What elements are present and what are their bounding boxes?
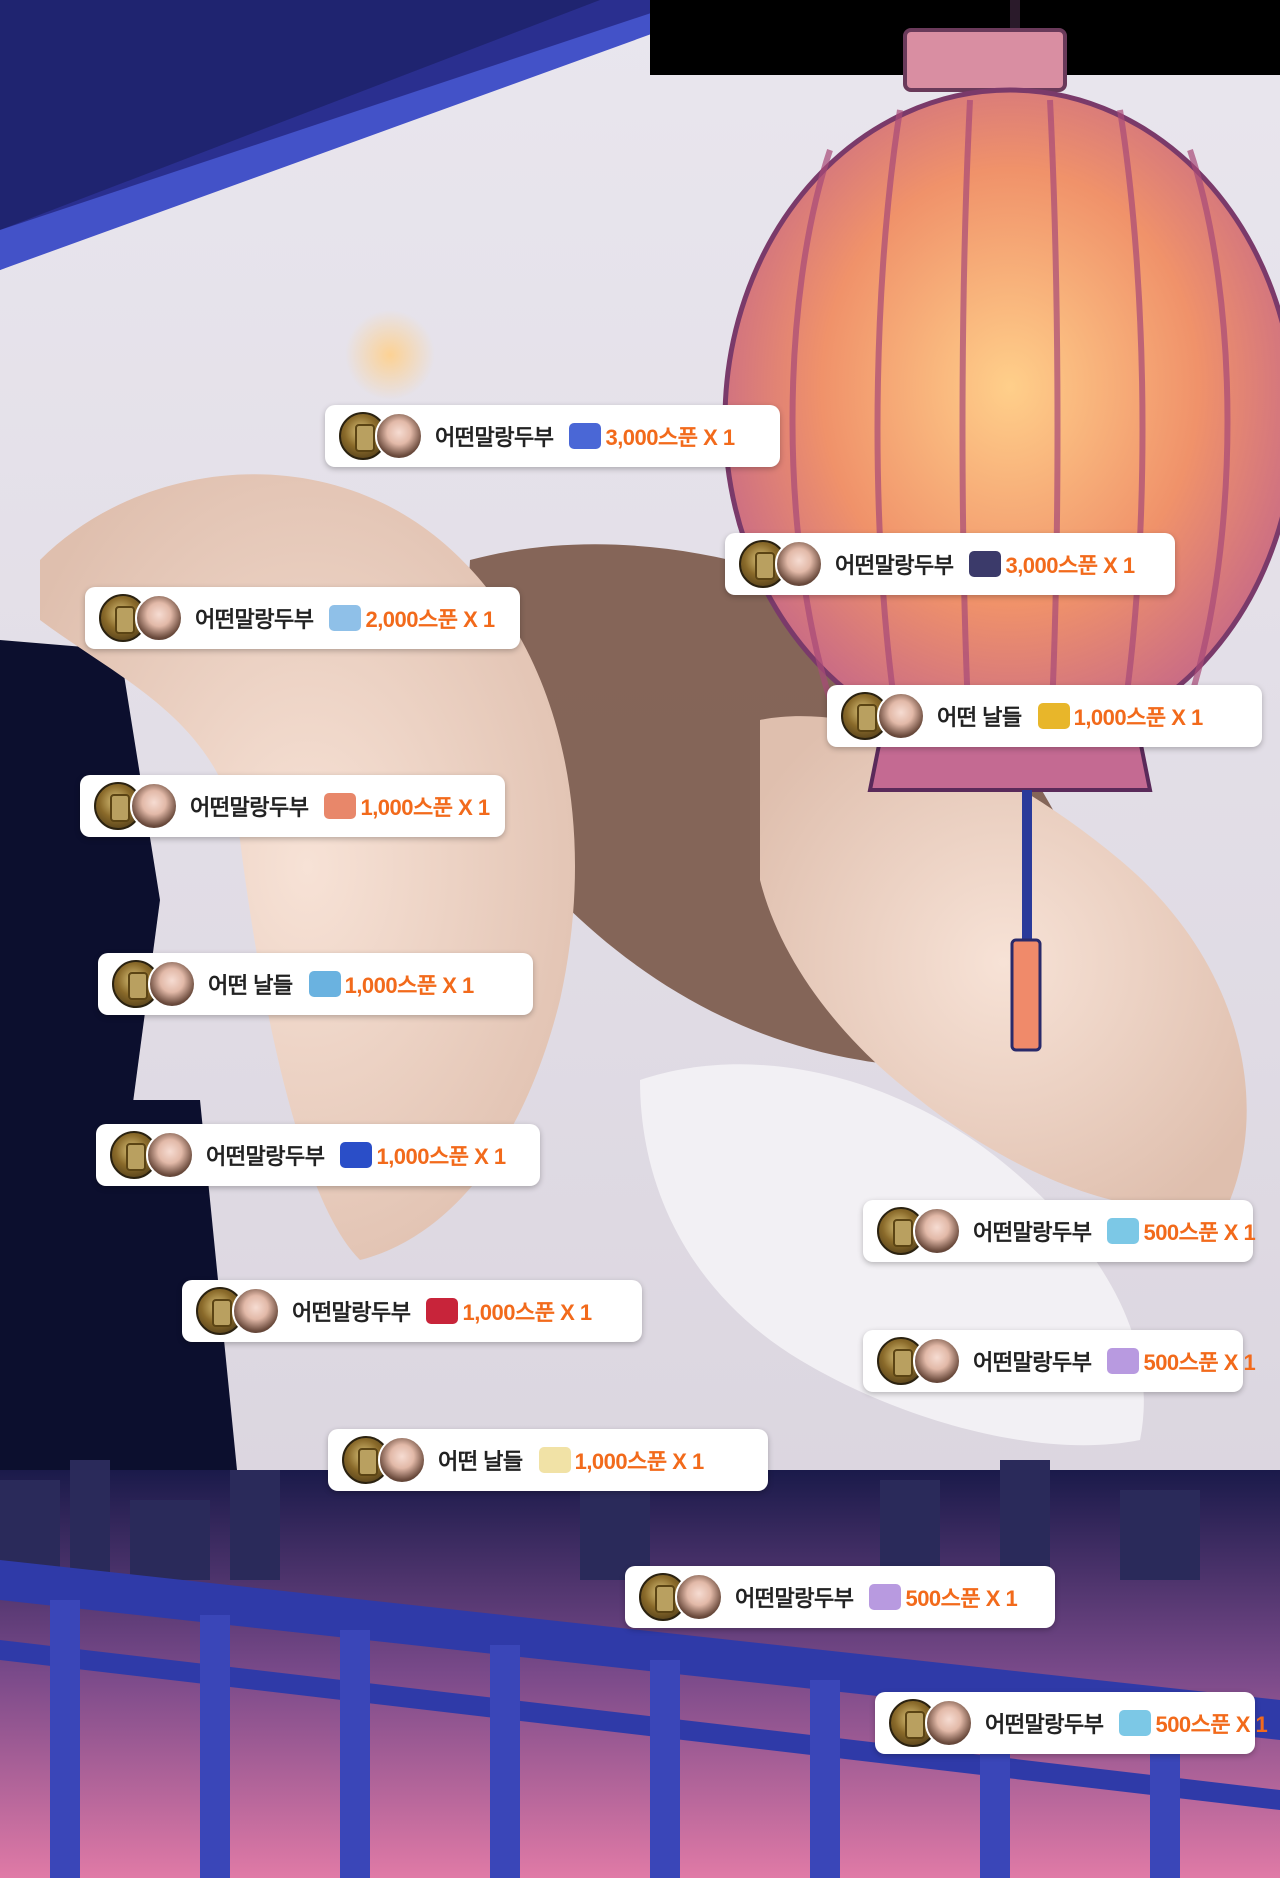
donor-name: 어떤말랑두부 [973, 1350, 1092, 1375]
wave-gift-icon [1107, 1218, 1140, 1244]
avatar [148, 960, 196, 1008]
butterfly-gift-icon [969, 551, 1002, 577]
donor-name: 어떤말랑두부 [973, 1220, 1092, 1245]
avatar [232, 1287, 280, 1335]
donation-amount: 500스푼 X 1 [905, 1586, 1018, 1611]
avatar [146, 1131, 194, 1179]
avatar [378, 1436, 426, 1484]
avatar [130, 782, 178, 830]
donation-item: 어떤말랑두부 500스푼 X 1 [863, 1200, 1256, 1262]
heart-gift-icon [869, 1584, 902, 1610]
blue-gift-icon [569, 423, 602, 449]
avatar-group [339, 412, 423, 460]
flower-field-gift-icon [1037, 703, 1070, 729]
avatar [877, 692, 925, 740]
donation-item: 어떤말랑두부 1,000스푼 X 1 [80, 775, 505, 837]
avatar [675, 1573, 723, 1621]
avatar-group [94, 782, 178, 830]
balloon-gift-icon [324, 793, 357, 819]
donation-amount: 500스푼 X 1 [1143, 1350, 1256, 1375]
avatar-group [877, 1207, 961, 1255]
donation-amount: 500스푼 X 1 [1155, 1712, 1268, 1737]
avatar-group [342, 1436, 426, 1484]
donation-item: 어떤 날들 1,000스푼 X 1 [827, 685, 1262, 747]
donation-amount: 1,000스푼 X 1 [344, 973, 475, 998]
sparkle-gift-icon [329, 605, 362, 631]
donation-amount: 1,000스푼 X 1 [376, 1144, 506, 1169]
donation-item: 어떤말랑두부 3,000스푼 X 1 [725, 533, 1175, 595]
donation-item: 어떤말랑두부 3,000스푼 X 1 [325, 405, 780, 467]
donor-name: 어떤말랑두부 [292, 1300, 411, 1325]
avatar-group [99, 594, 183, 642]
avatar [375, 412, 423, 460]
donor-name: 어떤말랑두부 [206, 1144, 325, 1169]
donation-amount: 1,000스푼 X 1 [360, 795, 490, 820]
donor-name: 어떤말랑두부 [835, 553, 954, 578]
avatar-group [877, 1337, 961, 1385]
donation-item: 어떤말랑두부 1,000스푼 X 1 [182, 1280, 642, 1342]
donation-amount: 1,000스푼 X 1 [574, 1449, 705, 1474]
cream-gift-icon [538, 1447, 571, 1473]
avatar [775, 540, 823, 588]
avatar-group [639, 1573, 723, 1621]
avatar-group [889, 1699, 973, 1747]
donation-item: 어떤말랑두부 500스푼 X 1 [625, 1566, 1055, 1628]
donation-amount: 1,000스푼 X 1 [462, 1300, 592, 1325]
donor-name: 어떤 날들 [937, 705, 1022, 730]
blue-berry-gift-icon [340, 1142, 373, 1168]
heart-gift-icon [1107, 1348, 1140, 1374]
avatar [913, 1207, 961, 1255]
donation-item: 어떤말랑두부 500스푼 X 1 [875, 1692, 1268, 1754]
avatar-group [196, 1287, 280, 1335]
avatar-group [739, 540, 823, 588]
avatar [913, 1337, 961, 1385]
donor-name: 어떤말랑두부 [435, 425, 554, 450]
donation-item: 어떤 날들 1,000스푼 X 1 [98, 953, 533, 1015]
donor-name: 어떤말랑두부 [985, 1712, 1104, 1737]
donation-item: 어떤말랑두부 500스푼 X 1 [863, 1330, 1256, 1392]
donation-amount: 2,000스푼 X 1 [365, 607, 495, 632]
donor-name: 어떤 날들 [208, 973, 293, 998]
cherry-gift-icon [426, 1298, 459, 1324]
donation-amount: 500스푼 X 1 [1143, 1220, 1256, 1245]
donation-amount: 3,000스푼 X 1 [605, 425, 735, 450]
avatar-group [110, 1131, 194, 1179]
donation-item: 어떤 날들 1,000스푼 X 1 [328, 1429, 768, 1491]
donation-item: 어떤말랑두부 2,000스푼 X 1 [85, 587, 520, 649]
donor-name: 어떤 날들 [438, 1449, 523, 1474]
donation-amount: 1,000스푼 X 1 [1073, 705, 1204, 730]
avatar [925, 1699, 973, 1747]
donor-name: 어떤말랑두부 [190, 795, 309, 820]
avatar [135, 594, 183, 642]
donor-name: 어떤말랑두부 [195, 607, 314, 632]
avatar-group [112, 960, 196, 1008]
donation-amount: 3,000스푼 X 1 [1005, 553, 1135, 578]
donation-item: 어떤말랑두부 1,000스푼 X 1 [96, 1124, 540, 1186]
wave-gift-icon [1119, 1710, 1152, 1736]
donor-name: 어떤말랑두부 [735, 1586, 854, 1611]
beach-gift-icon [308, 971, 341, 997]
avatar-group [841, 692, 925, 740]
